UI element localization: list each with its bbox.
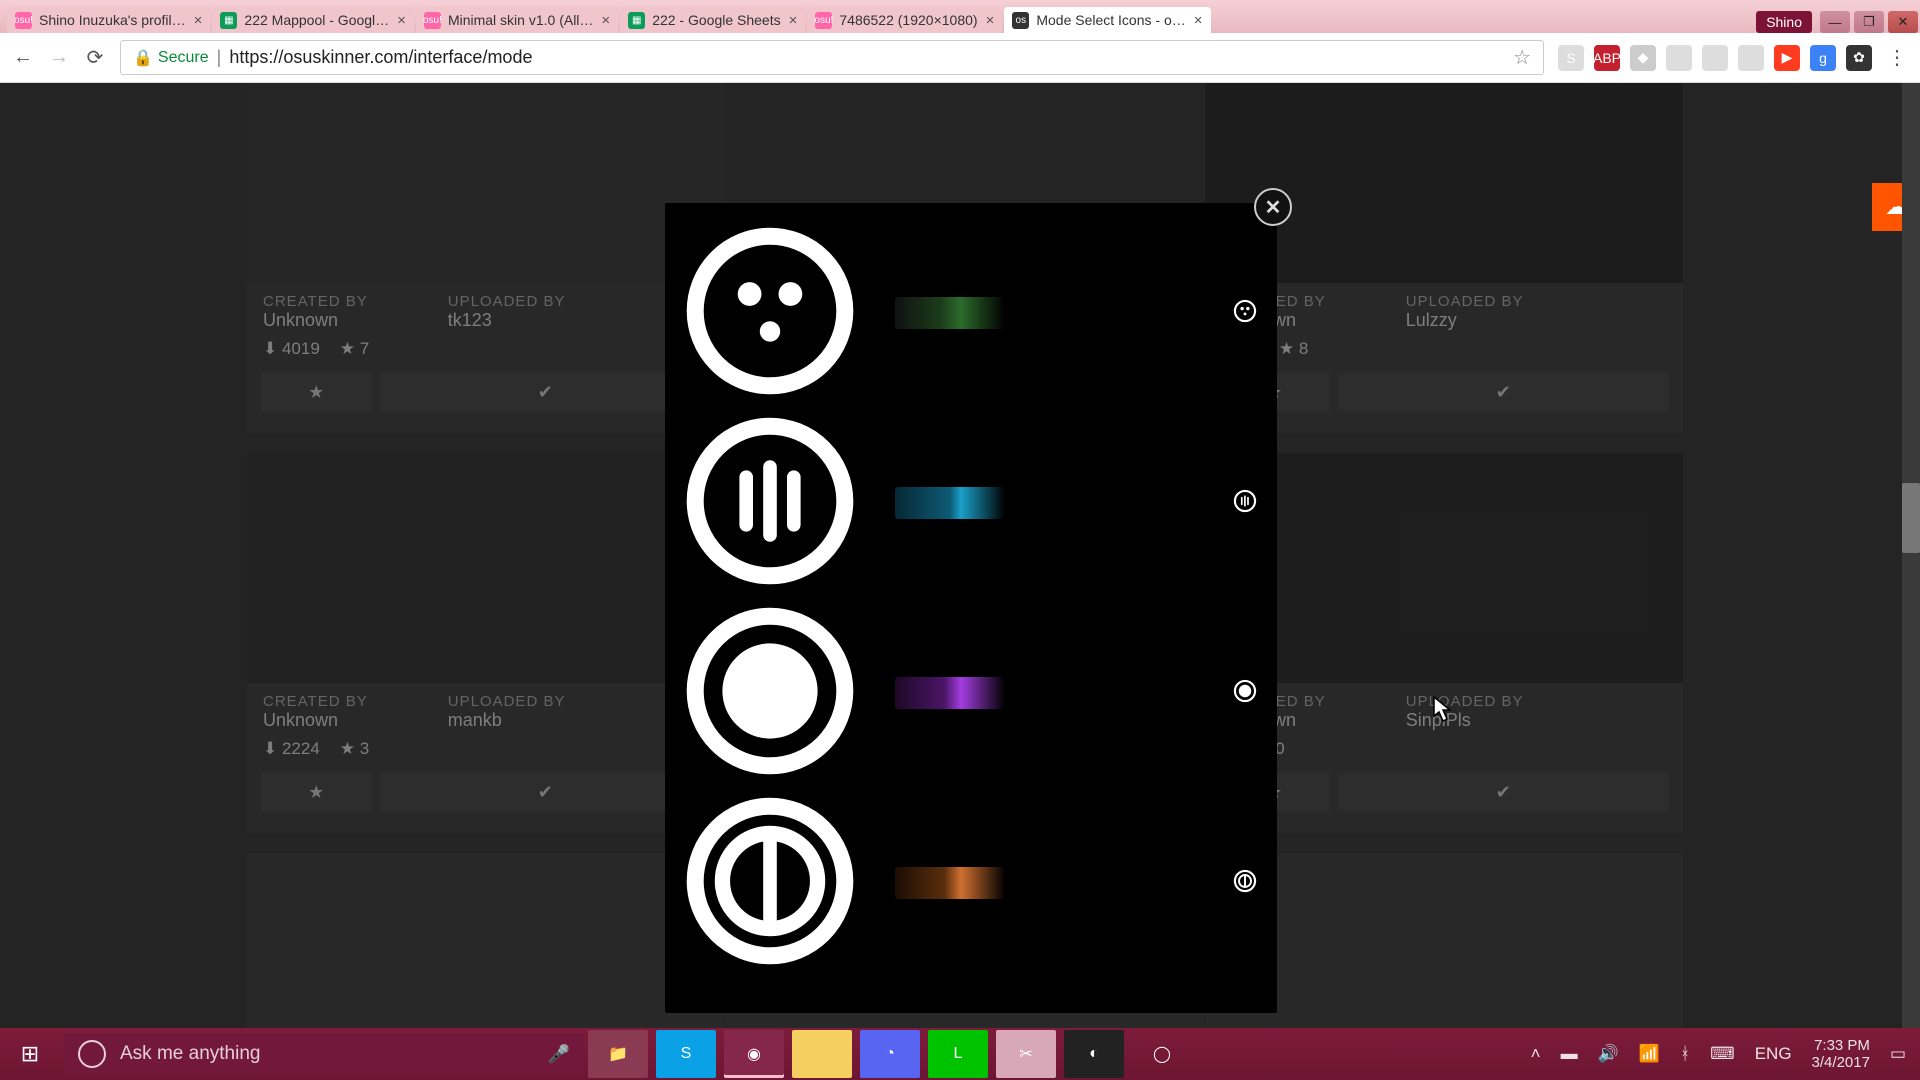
tab-favicon: osu! bbox=[15, 12, 32, 29]
browser-tab[interactable]: os Mode Select Icons - o… × bbox=[1004, 7, 1210, 33]
taskbar-app-skype[interactable]: S bbox=[656, 1030, 716, 1078]
volume-icon[interactable]: 🔊 bbox=[1598, 1044, 1619, 1064]
close-icon[interactable]: ✕ bbox=[1254, 188, 1292, 226]
back-button[interactable]: ← bbox=[12, 47, 34, 69]
start-button[interactable]: ⊞ bbox=[0, 1028, 60, 1080]
tab-favicon: os bbox=[1012, 12, 1029, 29]
extension-icon[interactable]: ◆ bbox=[1630, 45, 1656, 71]
osu-mode-large-icon bbox=[685, 226, 855, 401]
preview-swatch bbox=[895, 297, 1005, 329]
tab-favicon: osu! bbox=[815, 12, 832, 29]
browser-tab[interactable]: osu! Shino Inuzuka's profil… × bbox=[7, 7, 210, 33]
secure-indicator: 🔒 Secure bbox=[133, 48, 209, 68]
taskbar-app-notes[interactable] bbox=[792, 1030, 852, 1078]
browser-tab[interactable]: ▦ 222 - Google Sheets × bbox=[620, 7, 805, 33]
extension-icon[interactable] bbox=[1666, 45, 1692, 71]
window-minimize-button[interactable]: — bbox=[1820, 11, 1850, 33]
extension-icon[interactable]: ABP bbox=[1594, 45, 1620, 71]
tab-favicon: ▦ bbox=[628, 12, 645, 29]
tab-close-icon[interactable]: × bbox=[194, 12, 203, 29]
keyboard-icon[interactable]: ⌨ bbox=[1710, 1044, 1735, 1064]
tab-title: 222 Mappool - Googl… bbox=[244, 12, 389, 28]
taskbar-app-line[interactable]: L bbox=[928, 1030, 988, 1078]
tab-close-icon[interactable]: × bbox=[397, 12, 406, 29]
ctb-mode-small-icon bbox=[1233, 869, 1257, 898]
tab-favicon: osu! bbox=[424, 12, 441, 29]
extension-icon[interactable] bbox=[1738, 45, 1764, 71]
search-placeholder: Ask me anything bbox=[120, 1043, 260, 1065]
tab-title: Mode Select Icons - o… bbox=[1036, 12, 1185, 28]
tab-close-icon[interactable]: × bbox=[789, 12, 798, 29]
taskbar-app-discord[interactable]: ◔ bbox=[860, 1030, 920, 1078]
bluetooth-icon[interactable]: ᚼ bbox=[1680, 1044, 1690, 1064]
osu-mode-small-icon bbox=[1233, 299, 1257, 328]
taskbar-app-explorer[interactable]: 📁 bbox=[588, 1030, 648, 1078]
chrome-menu-button[interactable]: ⋮ bbox=[1886, 47, 1908, 69]
extension-icon[interactable]: S bbox=[1558, 45, 1584, 71]
preview-swatch bbox=[895, 677, 1005, 709]
taskbar-app-snip[interactable]: ✂ bbox=[996, 1030, 1056, 1078]
window-close-button[interactable]: ✕ bbox=[1888, 11, 1918, 33]
microphone-icon[interactable]: 🎤 bbox=[548, 1044, 570, 1065]
browser-tab[interactable]: osu! 7486522 (1920×1080) × bbox=[807, 7, 1002, 33]
taskbar-app-misc[interactable]: ◯ bbox=[1132, 1030, 1192, 1078]
tab-close-icon[interactable]: × bbox=[601, 12, 610, 29]
taiko-mode-small-icon bbox=[1233, 679, 1257, 708]
chrome-profile-chip[interactable]: Shino bbox=[1756, 11, 1812, 33]
forward-button[interactable]: → bbox=[48, 47, 70, 69]
extension-icon[interactable]: ▶ bbox=[1774, 45, 1800, 71]
address-bar[interactable]: 🔒 Secure | https://osuskinner.com/interf… bbox=[120, 40, 1544, 75]
tab-title: Minimal skin v1.0 (All… bbox=[448, 12, 593, 28]
chrome-titlebar: osu! Shino Inuzuka's profil… × ▦ 222 Mappool… bbox=[0, 0, 1920, 33]
preview-swatch bbox=[895, 867, 1005, 899]
tab-title: 7486522 (1920×1080) bbox=[839, 12, 977, 28]
tab-close-icon[interactable]: × bbox=[1194, 12, 1203, 29]
reload-button[interactable]: ⟳ bbox=[84, 47, 106, 69]
mania-mode-small-icon bbox=[1233, 489, 1257, 518]
mania-mode-large-icon bbox=[685, 416, 855, 591]
taskbar-app-steam[interactable]: ◐ bbox=[1064, 1030, 1124, 1078]
tab-close-icon[interactable]: × bbox=[986, 12, 995, 29]
extension-icon[interactable]: ✿ bbox=[1846, 45, 1872, 71]
battery-icon[interactable]: ▬ bbox=[1561, 1044, 1578, 1064]
ctb-mode-large-icon bbox=[685, 796, 855, 971]
chrome-toolbar: ← → ⟳ 🔒 Secure | https://osuskinner.com/… bbox=[0, 33, 1920, 83]
tab-title: Shino Inuzuka's profil… bbox=[39, 12, 186, 28]
browser-tab[interactable]: ▦ 222 Mappool - Googl… × bbox=[212, 7, 414, 33]
page-viewport: CREATED BYUnknown UPLOADED BYtk123 ⬇ 401… bbox=[0, 83, 1920, 1040]
preview-swatch bbox=[895, 487, 1005, 519]
taskbar-app-chrome[interactable]: ◉ bbox=[724, 1030, 784, 1078]
windows-taskbar: ⊞ Ask me anything 🎤 📁 S ◉ ◔ L ✂ ◐ ◯ ˄ ▬ … bbox=[0, 1028, 1920, 1080]
tray-chevron-up-icon[interactable]: ˄ bbox=[1531, 1044, 1541, 1064]
taiko-mode-large-icon bbox=[685, 606, 855, 781]
action-center-icon[interactable]: ▭ bbox=[1890, 1044, 1906, 1064]
scrollbar-thumb[interactable] bbox=[1902, 483, 1920, 553]
cortana-search[interactable]: Ask me anything 🎤 bbox=[64, 1034, 584, 1074]
url-text: https://osuskinner.com/interface/mode bbox=[229, 47, 532, 68]
bookmark-star-icon[interactable]: ☆ bbox=[1513, 45, 1531, 70]
tab-title: 222 - Google Sheets bbox=[652, 12, 780, 28]
mode-icons-modal: ✕ bbox=[665, 203, 1277, 1013]
language-indicator[interactable]: ENG bbox=[1755, 1044, 1792, 1064]
extension-icon[interactable]: g bbox=[1810, 45, 1836, 71]
system-tray: ˄ ▬ 🔊 📶 ᚼ ⌨ ENG 7:33 PM 3/4/2017 ▭ bbox=[1517, 1037, 1920, 1071]
wifi-icon[interactable]: 📶 bbox=[1639, 1044, 1660, 1064]
clock[interactable]: 7:33 PM 3/4/2017 bbox=[1812, 1037, 1870, 1071]
tab-favicon: ▦ bbox=[220, 12, 237, 29]
browser-tab[interactable]: osu! Minimal skin v1.0 (All… × bbox=[416, 7, 618, 33]
cortana-icon bbox=[78, 1040, 106, 1068]
vertical-scrollbar[interactable] bbox=[1902, 83, 1920, 1040]
window-maximize-button[interactable]: ❐ bbox=[1854, 11, 1884, 33]
extension-icon[interactable] bbox=[1702, 45, 1728, 71]
